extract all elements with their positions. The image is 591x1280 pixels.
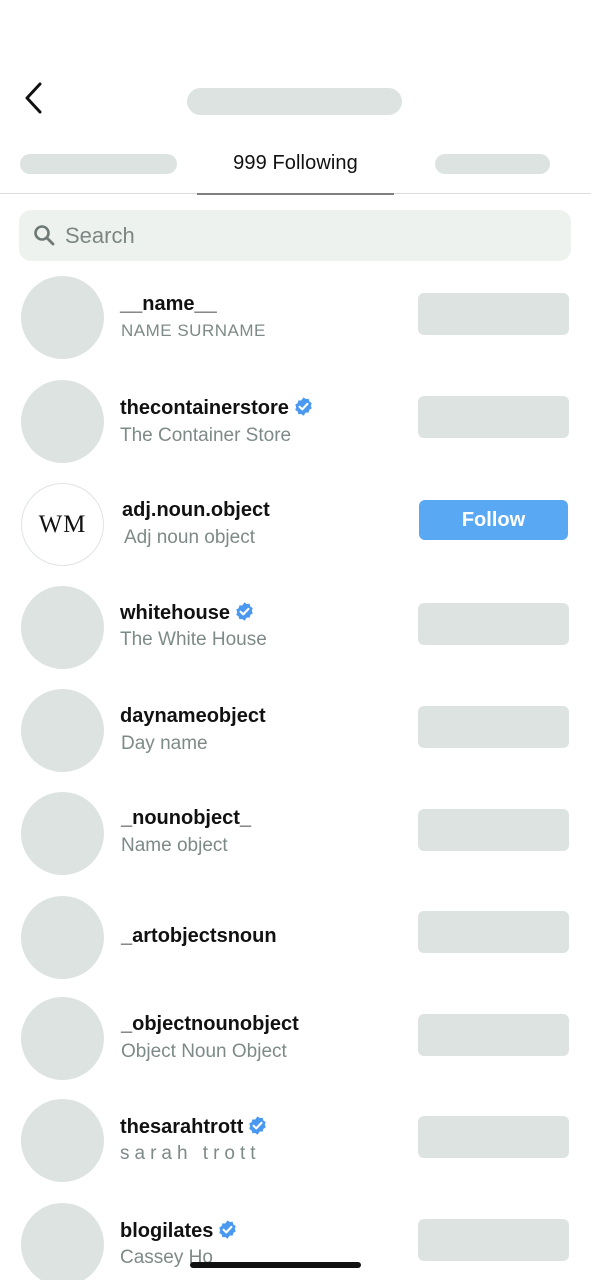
list-item[interactable]: __name__ NAME SURNAME: [0, 264, 591, 367]
avatar[interactable]: [21, 276, 104, 359]
verified-badge-icon: [295, 397, 312, 416]
avatar[interactable]: [21, 689, 104, 772]
list-item[interactable]: daynameobject Day name: [0, 677, 591, 780]
full-name: sarah trott: [120, 1143, 261, 1164]
username[interactable]: thecontainerstore: [120, 397, 289, 419]
avatar[interactable]: [21, 896, 104, 979]
follow-button-placeholder[interactable]: [418, 1219, 569, 1261]
verified-badge-icon: [249, 1116, 267, 1135]
avatar[interactable]: [21, 380, 104, 463]
username[interactable]: adj.noun.object: [122, 499, 270, 522]
back-button[interactable]: [18, 78, 54, 118]
follow-button-placeholder[interactable]: [418, 396, 569, 438]
avatar[interactable]: [21, 1099, 104, 1182]
list-item[interactable]: thesarahtrott sarah trott: [0, 1087, 591, 1190]
list-item[interactable]: WM adj.noun.object Adj noun object Follo…: [0, 471, 591, 574]
search-bar[interactable]: [19, 210, 571, 261]
chevron-left-icon: [25, 82, 42, 114]
tab-label-placeholder: [20, 154, 177, 174]
full-name: The Container Store: [120, 425, 292, 446]
username[interactable]: daynameobject: [120, 705, 266, 728]
username[interactable]: _objectnounobject: [121, 1013, 299, 1036]
full-name: Name object: [121, 835, 228, 856]
tab-subscriptions[interactable]: [435, 140, 550, 194]
username[interactable]: _artobjectsnoun: [121, 925, 277, 948]
full-name: Day name: [121, 733, 208, 754]
avatar[interactable]: [21, 792, 104, 875]
full-name: Adj noun object: [124, 527, 255, 548]
follow-button-placeholder[interactable]: [418, 293, 569, 335]
username-line: thesarahtrott: [120, 1115, 268, 1139]
verified-badge-icon: [219, 1220, 237, 1239]
list-item[interactable]: _nounobject_ Name object: [0, 780, 591, 883]
list-item[interactable]: _artobjectsnoun: [0, 884, 591, 987]
follow-button-placeholder[interactable]: [418, 809, 569, 851]
search-icon: [34, 225, 55, 246]
username[interactable]: blogilates: [120, 1220, 213, 1242]
follow-button-placeholder[interactable]: [418, 911, 569, 953]
follow-button-placeholder[interactable]: [418, 1014, 569, 1056]
full-name: NAME SURNAME: [121, 321, 266, 340]
tab-following[interactable]: 999 Following: [197, 140, 394, 195]
avatar[interactable]: WM: [21, 483, 104, 566]
username-line: thecontainerstore: [120, 396, 314, 420]
tab-following-label: 999 Following: [233, 152, 358, 174]
avatar[interactable]: [21, 1203, 104, 1280]
home-indicator[interactable]: [190, 1262, 361, 1268]
list-item[interactable]: whitehouse The White House: [0, 574, 591, 677]
username[interactable]: whitehouse: [120, 602, 230, 624]
follow-button[interactable]: Follow: [419, 500, 568, 540]
follow-button-placeholder[interactable]: [418, 706, 569, 748]
search-input[interactable]: [65, 210, 555, 261]
username-line: blogilates: [120, 1219, 238, 1243]
follow-button-placeholder[interactable]: [418, 1116, 569, 1158]
tab-followers[interactable]: [20, 140, 177, 194]
active-tab-indicator: [197, 193, 394, 195]
username[interactable]: __name__: [120, 293, 217, 316]
full-name: The White House: [120, 629, 267, 650]
full-name: Object Noun Object: [121, 1041, 287, 1062]
verified-badge-icon: [236, 602, 253, 621]
tab-bar: 999 Following: [0, 140, 591, 195]
avatar-logo-text: WM: [38, 511, 87, 538]
avatar[interactable]: [21, 586, 104, 669]
list-item[interactable]: _objectnounobject Object Noun Object: [0, 985, 591, 1088]
title-placeholder: [187, 88, 402, 115]
avatar[interactable]: [21, 997, 104, 1080]
username[interactable]: _nounobject_: [121, 807, 251, 830]
list-item[interactable]: thecontainerstore The Container Store: [0, 368, 591, 471]
follow-button-placeholder[interactable]: [418, 603, 569, 645]
username-line: whitehouse: [120, 601, 255, 625]
username[interactable]: thesarahtrott: [120, 1116, 243, 1138]
tab-label-placeholder: [435, 154, 550, 174]
